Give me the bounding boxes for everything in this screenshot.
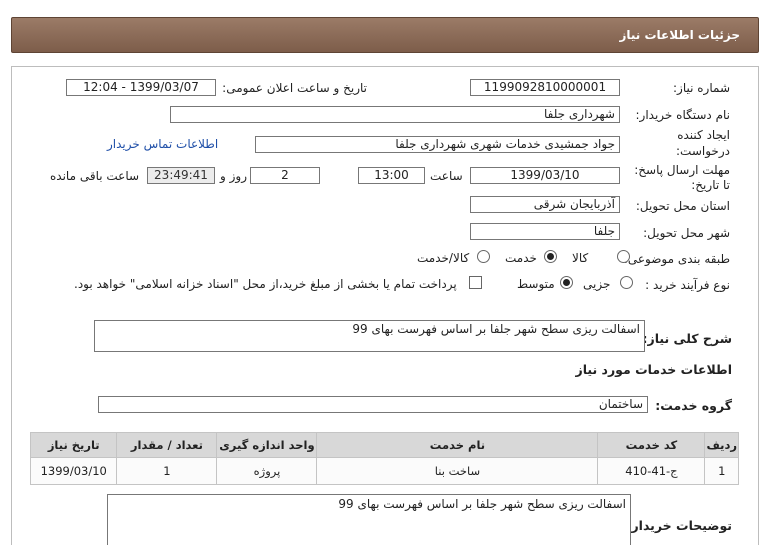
process-minor-radio[interactable] xyxy=(620,276,633,289)
deadline-label-2: تا تاریخ: xyxy=(691,178,730,192)
cell-date: 1399/03/10 xyxy=(29,457,118,485)
col-qty: تعداد / مقدار xyxy=(116,432,218,458)
province-field: آذربایجان شرقی xyxy=(470,196,620,213)
deadline-date-field: 1399/03/10 xyxy=(470,167,620,184)
category-label: طبقه بندی موضوعی: xyxy=(623,252,730,266)
need-number-field: 1199092810000001 xyxy=(470,79,620,96)
col-date: تاریخ نیاز xyxy=(29,432,118,458)
buyer-org-label: نام دستگاه خریدار: xyxy=(635,108,731,122)
page-title: جزئیات اطلاعات نیاز xyxy=(619,28,740,42)
category-service-radio[interactable] xyxy=(544,250,557,263)
service-group-field: ساختمان xyxy=(98,396,648,413)
cell-code: ج-41-410 xyxy=(597,457,706,485)
process-medium-label: متوسط xyxy=(517,277,555,291)
days-field: 2 xyxy=(250,167,320,184)
buyer-notes-field: اسفالت ریزی سطح شهر جلفا بر اساس فهرست ب… xyxy=(107,494,631,545)
category-service-label: خدمت xyxy=(505,251,537,265)
need-number-label: شماره نیاز: xyxy=(673,81,730,95)
page-header: جزئیات اطلاعات نیاز xyxy=(11,17,759,53)
requester-label-1: ایجاد کننده xyxy=(677,128,730,142)
deadline-time-field: 13:00 xyxy=(358,167,425,184)
process-medium-radio[interactable] xyxy=(560,276,573,289)
table-header-row: ردیف کد خدمت نام خدمت واحد اندازه گیری ت… xyxy=(29,432,739,458)
deadline-label-1: مهلت ارسال پاسخ: xyxy=(634,163,730,177)
province-label: استان محل تحویل: xyxy=(635,199,730,213)
announce-field: 1399/03/07 - 12:04 xyxy=(66,79,216,96)
summary-label: شرح کلی نیاز: xyxy=(642,331,732,346)
category-goods-service-label: کالا/خدمت xyxy=(417,251,470,265)
time-label: ساعت xyxy=(430,169,463,183)
category-goods-label: کالا xyxy=(572,251,589,265)
col-name: نام خدمت xyxy=(316,432,599,458)
service-group-label: گروه خدمت: xyxy=(655,398,732,413)
payment-note: پرداخت تمام یا بخشی از مبلغ خرید،از محل … xyxy=(74,277,457,291)
contact-buyer-link[interactable]: اطلاعات تماس خریدار xyxy=(107,137,218,151)
remaining-label: ساعت باقی مانده xyxy=(50,169,140,183)
category-goods-radio[interactable] xyxy=(617,250,630,263)
col-code: کد خدمت xyxy=(597,432,706,458)
services-table: ردیف کد خدمت نام خدمت واحد اندازه گیری ت… xyxy=(29,432,739,485)
cell-name: ساخت بنا xyxy=(316,457,599,485)
requester-field: جواد جمشیدی خدمات شهری شهرداری جلفا xyxy=(255,136,620,153)
buyer-org-field: شهرداری جلفا xyxy=(170,106,620,123)
city-label: شهر محل تحویل: xyxy=(643,226,730,240)
city-field: جلفا xyxy=(470,223,620,240)
remaining-time-field: 23:49:41 xyxy=(147,167,215,184)
cell-qty: 1 xyxy=(116,457,218,485)
process-minor-label: جزیی xyxy=(583,277,611,291)
table-row: 1 ج-41-410 ساخت بنا پروژه 1 1399/03/10 xyxy=(29,457,739,485)
requester-label-2: درخواست: xyxy=(676,144,730,158)
announce-label: تاریخ و ساعت اعلان عمومی: xyxy=(222,81,367,95)
days-label: روز و xyxy=(220,169,247,183)
col-unit: واحد اندازه گیری xyxy=(216,432,318,458)
summary-field: اسفالت ریزی سطح شهر جلفا بر اساس فهرست ب… xyxy=(94,320,645,352)
cell-row: 1 xyxy=(704,457,739,485)
services-section-title: اطلاعات خدمات مورد نیاز xyxy=(575,362,733,377)
treasury-payment-checkbox[interactable] xyxy=(469,276,482,289)
category-goods-service-radio[interactable] xyxy=(477,250,490,263)
col-row: ردیف xyxy=(704,432,739,458)
process-label: نوع فرآیند خرید : xyxy=(645,278,730,292)
buyer-notes-label: توضیحات خریدار: xyxy=(626,518,732,533)
cell-unit: پروژه xyxy=(216,457,318,485)
